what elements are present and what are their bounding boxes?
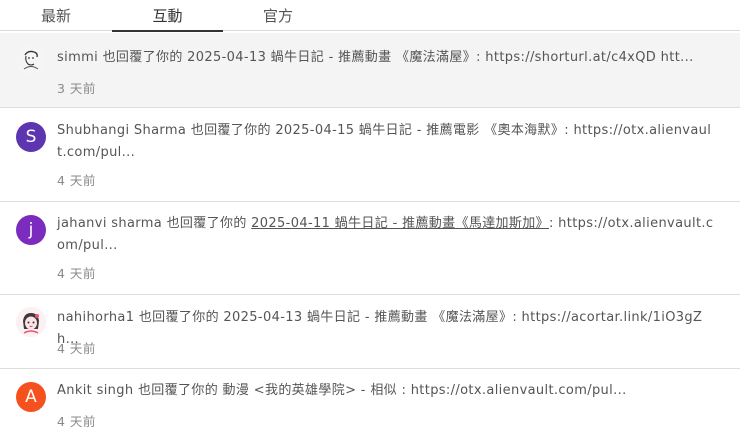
notification-user: Shubhangi Sharma bbox=[57, 123, 187, 138]
avatar[interactable]: S bbox=[16, 122, 46, 152]
notification-time: 3 天前 bbox=[57, 81, 96, 96]
notification-user: nahihorha1 bbox=[57, 310, 135, 325]
sketch-avatar-icon[interactable] bbox=[16, 45, 46, 75]
notification-item[interactable]: nahihorha1 也回覆了你的 2025-04-13 蝸牛日記 - 推薦動畫… bbox=[0, 295, 740, 369]
avatar[interactable]: A bbox=[16, 382, 46, 412]
notification-text: jahanvi sharma 也回覆了你的 2025-04-11 蝸牛日記 - … bbox=[57, 213, 719, 257]
anime-avatar-icon[interactable] bbox=[16, 307, 46, 337]
avatar-letter: S bbox=[25, 127, 37, 147]
notification-item[interactable]: A Ankit singh 也回覆了你的 動漫 <我的英雄學院> - 相似 : … bbox=[0, 369, 740, 440]
avatar-letter: j bbox=[28, 220, 34, 240]
tab-bar: 最新 互動 官方 bbox=[0, 0, 740, 32]
notification-time: 4 天前 bbox=[57, 173, 96, 188]
tab-interactions[interactable]: 互動 bbox=[112, 0, 223, 32]
notification-action: 也回覆了你的 bbox=[138, 310, 219, 325]
notification-time: 4 天前 bbox=[57, 341, 96, 356]
notification-text: Ankit singh 也回覆了你的 動漫 <我的英雄學院> - 相似 : ht… bbox=[57, 380, 719, 402]
avatar[interactable]: j bbox=[16, 215, 46, 245]
notification-action: 也回覆了你的 bbox=[166, 216, 247, 231]
notification-content: 2025-04-13 蝸牛日記 - 推薦動畫 《魔法滿屋》: https://s… bbox=[187, 50, 694, 65]
notification-user: simmi bbox=[57, 50, 99, 65]
notification-text: simmi 也回覆了你的 2025-04-13 蝸牛日記 - 推薦動畫 《魔法滿… bbox=[57, 47, 719, 69]
notification-action: 也回覆了你的 bbox=[190, 123, 271, 138]
notification-action: 也回覆了你的 bbox=[137, 383, 219, 398]
notification-post-link[interactable]: 2025-04-11 蝸牛日記 - 推薦動畫《馬達加斯加》 bbox=[251, 216, 549, 231]
notification-content: 動漫 <我的英雄學院> - 相似 : https://otx.alienvaul… bbox=[222, 383, 627, 398]
notification-text: nahihorha1 也回覆了你的 2025-04-13 蝸牛日記 - 推薦動畫… bbox=[57, 307, 719, 351]
tab-latest[interactable]: 最新 bbox=[0, 0, 112, 31]
notification-time: 4 天前 bbox=[57, 414, 96, 429]
notification-text: Shubhangi Sharma 也回覆了你的 2025-04-15 蝸牛日記 … bbox=[57, 120, 719, 164]
notification-user: jahanvi sharma bbox=[57, 216, 163, 231]
notification-item[interactable]: S Shubhangi Sharma 也回覆了你的 2025-04-15 蝸牛日… bbox=[0, 108, 740, 202]
notification-action: 也回覆了你的 bbox=[102, 50, 183, 65]
notification-item[interactable]: j jahanvi sharma 也回覆了你的 2025-04-11 蝸牛日記 … bbox=[0, 202, 740, 295]
notification-time: 4 天前 bbox=[57, 266, 96, 281]
avatar-letter: A bbox=[25, 387, 37, 407]
notification-item[interactable]: simmi 也回覆了你的 2025-04-13 蝸牛日記 - 推薦動畫 《魔法滿… bbox=[0, 33, 740, 108]
notification-user: Ankit singh bbox=[57, 383, 134, 398]
tab-official[interactable]: 官方 bbox=[223, 0, 333, 31]
